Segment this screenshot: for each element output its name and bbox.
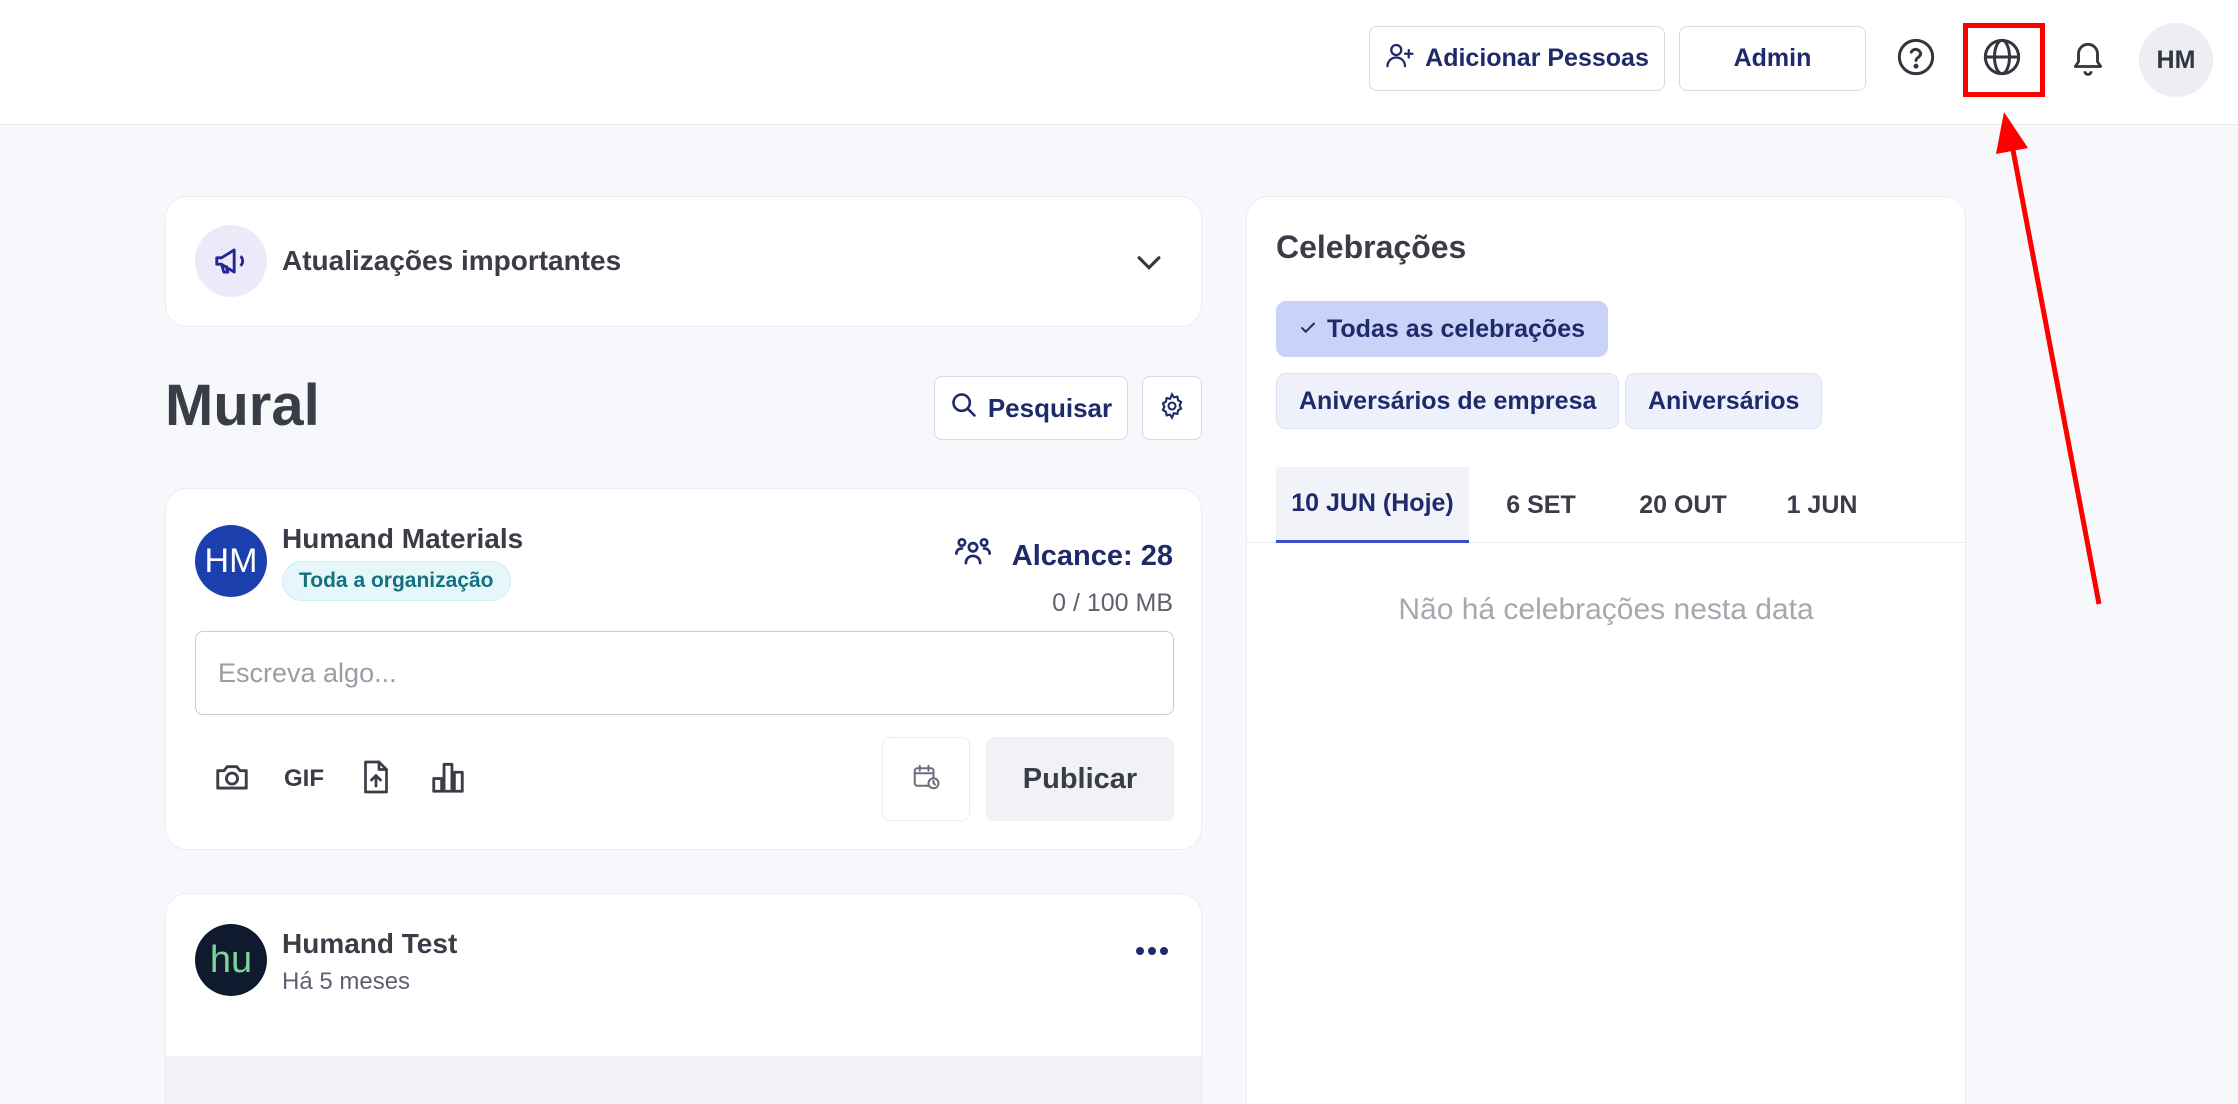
audience-label: Toda a organização: [299, 569, 494, 592]
gif-label: GIF: [284, 765, 324, 792]
bell-icon: [2069, 37, 2107, 82]
feed-post: hu Humand Test Há 5 meses: [165, 893, 1202, 1104]
reach-label: Alcance: 28: [1011, 539, 1173, 572]
calendar-clock-icon: [911, 762, 941, 797]
question-circle-icon: [1896, 37, 1936, 82]
search-label: Pesquisar: [987, 392, 1113, 423]
check-icon: [1299, 315, 1317, 344]
chip-label: Todas as celebrações: [1327, 314, 1586, 343]
file-upload-button[interactable]: [350, 753, 402, 805]
chevron-down-icon[interactable]: [1132, 245, 1166, 284]
gear-icon: [1158, 391, 1186, 425]
more-horizontal-icon[interactable]: [1134, 944, 1170, 962]
search-icon: [950, 391, 978, 426]
people-icon: [954, 533, 992, 579]
add-people-label: Adicionar Pessoas: [1425, 44, 1649, 72]
reach-indicator: Alcance: 28: [954, 533, 1173, 579]
top-bar: Adicionar Pessoas Admin HM: [0, 0, 2238, 125]
important-updates-card[interactable]: Atualizações importantes: [165, 196, 1202, 327]
avatar-initials: HM: [204, 541, 258, 580]
date-tabs: 10 JUN (Hoje) 6 SET 20 OUT 1 JUN: [1247, 467, 1965, 543]
post-author[interactable]: Humand Test: [282, 928, 457, 960]
annotation-highlight-box: [1963, 23, 2045, 97]
post-media: [166, 1056, 1201, 1104]
gif-button[interactable]: GIF: [278, 753, 330, 805]
person-plus-icon: [1385, 40, 1415, 77]
tab-date[interactable]: 6 SET: [1483, 467, 1599, 543]
chip-label: Aniversários de empresa: [1299, 386, 1597, 415]
bar-chart-icon: [429, 758, 467, 801]
camera-button[interactable]: [206, 753, 258, 805]
poll-button[interactable]: [422, 753, 474, 805]
page-title: Mural: [165, 373, 320, 438]
user-avatar-initials: HM: [2156, 45, 2196, 74]
camera-icon: [213, 758, 251, 801]
important-updates-title: Atualizações importantes: [282, 245, 622, 276]
settings-button[interactable]: [1142, 376, 1202, 440]
publish-label: Publicar: [1022, 762, 1138, 795]
admin-label: Admin: [1733, 44, 1812, 72]
file-upload-icon: [358, 757, 394, 802]
audience-badge[interactable]: Toda a organização: [282, 561, 511, 601]
avatar-text: hu: [209, 938, 253, 981]
composer-author: Humand Materials: [282, 523, 524, 554]
notifications-button[interactable]: [2059, 30, 2117, 88]
chip-birthdays[interactable]: Aniversários: [1625, 373, 1823, 429]
schedule-button[interactable]: [882, 737, 970, 821]
tab-date[interactable]: 20 OUT: [1613, 467, 1753, 543]
celebrations-title: Celebrações: [1276, 229, 1467, 265]
chip-all-celebrations[interactable]: Todas as celebrações: [1276, 301, 1609, 357]
post-input[interactable]: [195, 631, 1174, 715]
post-time: Há 5 meses: [282, 968, 411, 995]
admin-button[interactable]: Admin: [1679, 26, 1866, 91]
search-button[interactable]: Pesquisar: [934, 376, 1128, 440]
chip-work-anniversaries[interactable]: Aniversários de empresa: [1276, 373, 1620, 429]
tab-today[interactable]: 10 JUN (Hoje): [1276, 467, 1469, 543]
post-composer: HM Humand Materials Toda a organização A…: [165, 488, 1202, 850]
avatar: hu: [195, 924, 267, 996]
empty-state: Não há celebrações nesta data: [1398, 593, 1814, 626]
storage-usage: 0 / 100 MB: [1052, 589, 1173, 617]
user-avatar[interactable]: HM: [2139, 23, 2213, 97]
publish-button[interactable]: Publicar: [986, 737, 1174, 821]
add-people-button[interactable]: Adicionar Pessoas: [1369, 26, 1665, 91]
chip-label: Aniversários: [1648, 386, 1800, 415]
tab-date[interactable]: 1 JUN: [1767, 467, 1877, 543]
avatar: HM: [195, 525, 267, 597]
megaphone-icon: [195, 225, 267, 297]
celebrations-card: Celebrações Todas as celebrações Anivers…: [1246, 196, 1966, 1104]
help-button[interactable]: [1887, 30, 1945, 88]
